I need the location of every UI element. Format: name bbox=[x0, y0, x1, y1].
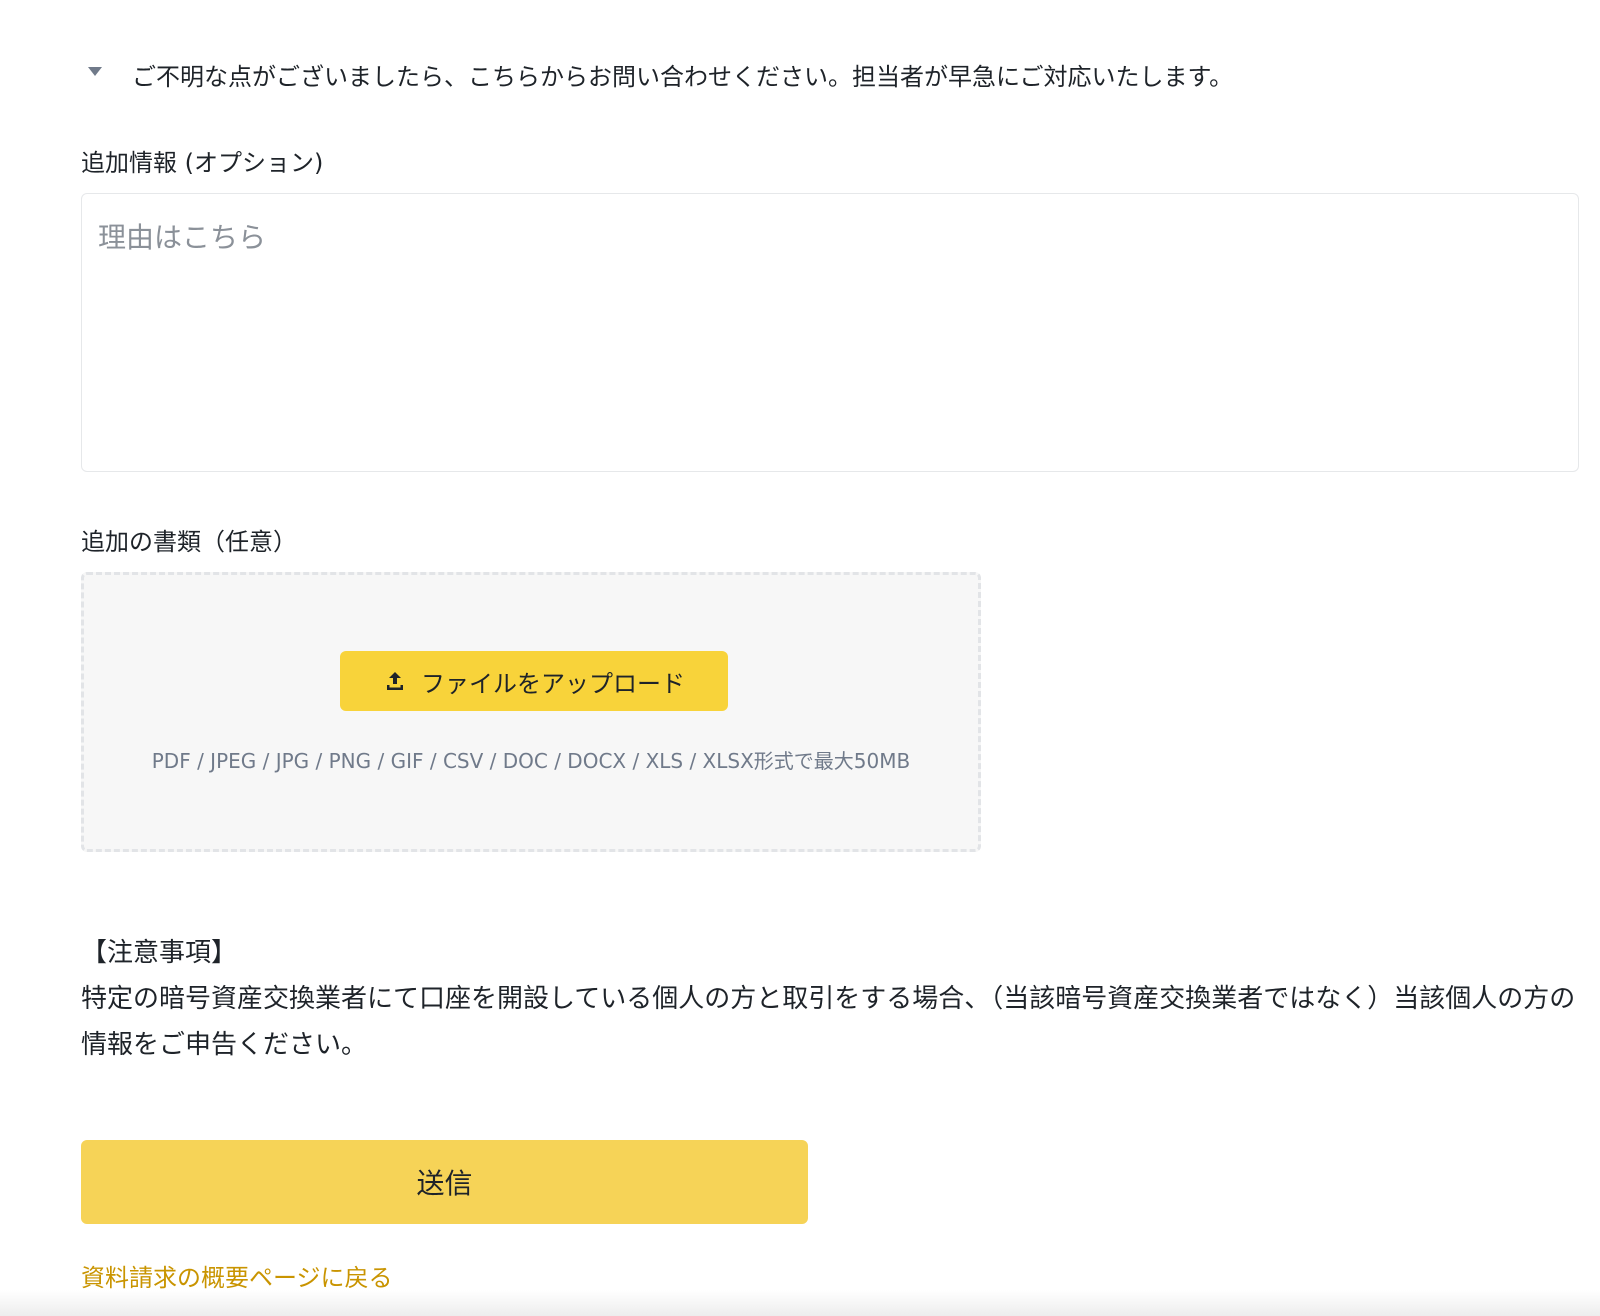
caret-down-icon[interactable] bbox=[88, 66, 102, 76]
notice-body: 特定の暗号資産交換業者にて口座を開設している個人の方と取引をする場合、（当該暗号… bbox=[81, 984, 1576, 1060]
additional-documents-label: 追加の書類（任意） bbox=[81, 528, 297, 556]
upload-icon bbox=[383, 669, 407, 693]
form-page: ご不明な点がございましたら、こちらからお問い合わせください。担当者が早急にご対応… bbox=[0, 0, 1600, 1316]
additional-info-textarea[interactable] bbox=[82, 194, 1578, 471]
contact-disclosure[interactable]: ご不明な点がございましたら、こちらからお問い合わせください。担当者が早急にご対応… bbox=[88, 46, 1233, 102]
additional-info-field-wrapper bbox=[81, 193, 1579, 472]
file-formats-hint: PDF / JPEG / JPG / PNG / GIF / CSV / DOC… bbox=[151, 749, 911, 773]
additional-info-label: 追加情報 (オプション) bbox=[81, 149, 324, 177]
bottom-edge bbox=[0, 1290, 1600, 1316]
upload-file-button[interactable]: ファイルをアップロード bbox=[340, 651, 728, 711]
file-dropzone[interactable]: ファイルをアップロード PDF / JPEG / JPG / PNG / GIF… bbox=[81, 572, 981, 852]
upload-file-button-label: ファイルをアップロード bbox=[421, 669, 685, 698]
back-to-overview-link[interactable]: 資料請求の概要ページに戻る bbox=[81, 1258, 393, 1293]
notice-title: 【注意事項】 bbox=[81, 938, 238, 968]
notice-section: 【注意事項】 特定の暗号資産交換業者にて口座を開設している個人の方と取引をする場… bbox=[81, 930, 1581, 1068]
submit-button[interactable]: 送信 bbox=[81, 1140, 808, 1224]
contact-disclosure-text[interactable]: ご不明な点がございましたら、こちらからお問い合わせください。担当者が早急にご対応… bbox=[132, 57, 1233, 92]
